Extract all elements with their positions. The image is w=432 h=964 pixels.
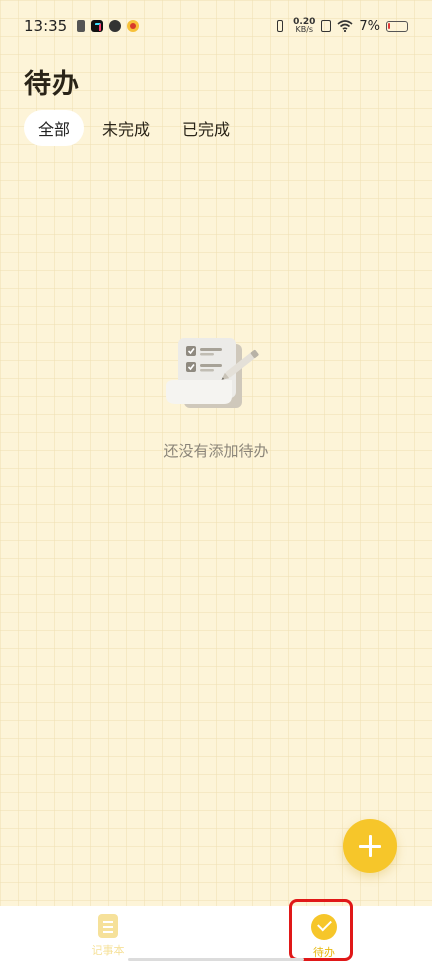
link-icon — [109, 20, 122, 32]
filter-tabs: 全部 未完成 已完成 — [24, 110, 248, 146]
notebook-icon — [98, 914, 118, 938]
sim-icon — [77, 20, 86, 32]
status-right: 0.20 KB/s 7% — [273, 18, 408, 34]
tab-incomplete[interactable]: 未完成 — [88, 110, 164, 146]
page-title: 待办 — [24, 69, 80, 100]
tab-completed[interactable]: 已完成 — [168, 110, 244, 146]
nav-label-notebook: 记事本 — [91, 944, 125, 957]
status-bar: 13:35 0.20 KB/s 7% — [0, 0, 432, 52]
vibrate-icon — [273, 19, 287, 33]
sim-x-icon — [321, 20, 332, 32]
status-time: 13:35 — [24, 17, 68, 35]
status-left: 13:35 — [24, 17, 140, 35]
nav-label-todo: 待办 — [313, 946, 335, 959]
wifi-icon — [337, 20, 353, 32]
nav-item-notebook[interactable]: 记事本 — [0, 906, 216, 964]
plus-icon — [359, 835, 381, 857]
weibo-icon — [127, 20, 140, 32]
add-todo-button[interactable] — [343, 819, 397, 873]
checklist-illustration — [162, 330, 272, 420]
check-circle-icon — [311, 914, 337, 940]
nav-item-todo[interactable]: 待办 — [216, 906, 432, 964]
tab-all[interactable]: 全部 — [24, 110, 85, 146]
tiktok-icon — [91, 20, 104, 32]
battery-icon — [386, 20, 408, 32]
bottom-nav: 记事本 待办 — [0, 906, 432, 964]
battery-level — [388, 22, 390, 29]
battery-percentage: 7% — [359, 18, 380, 34]
home-indicator[interactable] — [128, 958, 304, 961]
empty-state-text: 还没有添加待办 — [163, 442, 269, 460]
todo-screen: 13:35 0.20 KB/s 7% 待办 全部 未完成 已完成 还没有添加待办… — [0, 0, 432, 964]
net-speed: 0.20 KB/s — [293, 18, 315, 34]
net-speed-unit: KB/s — [295, 25, 314, 34]
